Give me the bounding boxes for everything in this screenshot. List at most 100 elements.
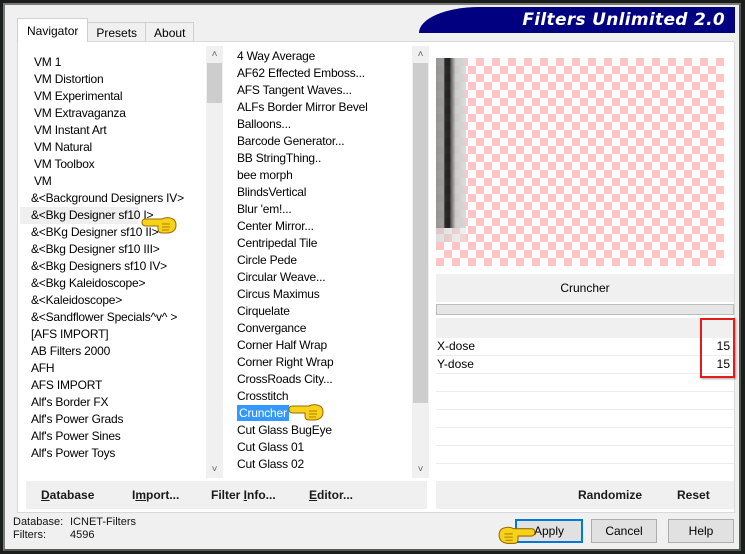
filter-item-label: bee morph (237, 168, 293, 182)
category-item[interactable]: VM Experimental (20, 88, 206, 105)
param-row[interactable]: Y-dose 15 (436, 356, 734, 374)
scroll-down-icon[interactable]: ˅ (206, 461, 223, 478)
filter-item[interactable]: 4 Way Average (226, 48, 412, 65)
category-item[interactable]: &<Kaleidoscope> (20, 292, 206, 309)
selected-filter-name: Cruncher (436, 274, 734, 302)
category-item-label: AFS IMPORT (31, 378, 103, 392)
filter-item-label: 4 Way Average (237, 49, 316, 63)
filter-item[interactable]: AF62 Effected Emboss... (226, 65, 412, 82)
filter-scrollbar[interactable]: ˄ ˅ (412, 46, 429, 478)
filter-item[interactable]: Crosstitch (226, 388, 412, 405)
filter-item[interactable]: AFS Tangent Waves... (226, 82, 412, 99)
import-button[interactable]: Import... (132, 488, 179, 502)
tab-navigator[interactable]: Navigator (17, 18, 89, 42)
filter-item[interactable]: BlindsVertical (226, 184, 412, 201)
filter-item[interactable]: CrossRoads City... (226, 371, 412, 388)
category-item[interactable]: AFH (20, 360, 206, 377)
category-item[interactable]: &<Background Designers IV> (20, 190, 206, 207)
filter-item[interactable]: Circus Maximus (226, 286, 412, 303)
param-value[interactable]: 15 (717, 338, 730, 355)
category-item-label: &<Bkg Kaleidoscope> (31, 276, 146, 290)
category-item[interactable]: Alf's Power Sines (20, 428, 206, 445)
category-item[interactable]: &<Bkg Designers sf10 IV> (20, 258, 206, 275)
category-item[interactable]: Alf's Power Grads (20, 411, 206, 428)
filter-item-label: AF62 Effected Emboss... (237, 66, 365, 80)
param-row-empty (436, 410, 734, 428)
filter-item[interactable]: Corner Right Wrap (226, 354, 412, 371)
tab-about[interactable]: About (145, 22, 195, 42)
filter-item[interactable]: Cut Glass 02 (226, 456, 412, 473)
progress-bar (436, 304, 734, 315)
filter-item[interactable]: BB StringThing.. (226, 150, 412, 167)
category-item[interactable]: [AFS IMPORT] (20, 326, 206, 343)
tab-presets[interactable]: Presets (87, 22, 147, 42)
filter-list[interactable]: 4 Way Average AF62 Effected Emboss... AFS … (226, 46, 429, 478)
cancel-button[interactable]: Cancel (591, 519, 657, 543)
category-item-label: &<Bkg Designer sf10 III> (31, 242, 160, 256)
randomize-button[interactable]: Randomize (578, 488, 642, 502)
category-item-label: [AFS IMPORT] (31, 327, 109, 341)
category-item[interactable]: AFS IMPORT (20, 377, 206, 394)
filter-item-label: BlindsVertical (237, 185, 307, 199)
category-item[interactable]: VM (20, 173, 206, 190)
category-item-label: VM Experimental (34, 89, 123, 103)
reset-button[interactable]: Reset (677, 488, 710, 502)
database-button[interactable]: Database (41, 488, 94, 502)
category-item[interactable]: &<Bkg Designer sf10 I> (20, 207, 206, 224)
filter-item[interactable]: Corner Half Wrap (226, 337, 412, 354)
filter-items: 4 Way Average AF62 Effected Emboss... AFS … (226, 48, 412, 473)
scroll-thumb[interactable] (207, 63, 222, 103)
category-item[interactable]: VM 1 (20, 54, 206, 71)
category-item[interactable]: Alf's Power Toys (20, 445, 206, 462)
filter-item[interactable]: bee morph (226, 167, 412, 184)
param-value[interactable]: 15 (717, 356, 730, 373)
category-item-label: &<Bkg Designer sf10 I> (31, 208, 154, 222)
category-item[interactable]: VM Natural (20, 139, 206, 156)
params-header (436, 318, 734, 338)
apply-button[interactable]: Apply (515, 519, 583, 543)
editor-button[interactable]: Editor... (309, 488, 353, 502)
filter-item-selected[interactable]: Cruncher (226, 405, 412, 422)
category-item[interactable]: &<Bkg Kaleidoscope> (20, 275, 206, 292)
status-area: Database: ICNET-Filters Filters: 4596 (13, 516, 136, 542)
category-scrollbar[interactable]: ˄ ˅ (206, 46, 223, 478)
category-item[interactable]: &<Bkg Designer sf10 III> (20, 241, 206, 258)
category-item[interactable]: &<BKg Designer sf10 II> (20, 224, 206, 241)
category-list[interactable]: VM 1 VM Distortion VM Experimental VM Extra… (20, 46, 223, 478)
filter-item-label: Center Mirror... (237, 219, 314, 233)
filters-count-label: Filters: (13, 529, 46, 541)
category-item[interactable]: Alf's Border FX (20, 394, 206, 411)
category-item-label: VM Extravaganza (34, 106, 126, 120)
scroll-down-icon[interactable]: ˅ (412, 461, 429, 478)
help-button[interactable]: Help (668, 519, 734, 543)
category-item[interactable]: &<Sandflower Specials^v^ > (20, 309, 206, 326)
filter-item[interactable]: Convergance (226, 320, 412, 337)
category-item[interactable]: VM Extravaganza (20, 105, 206, 122)
filter-item[interactable]: Barcode Generator... (226, 133, 412, 150)
filter-item[interactable]: Cut Glass BugEye (226, 422, 412, 439)
param-row[interactable]: X-dose 15 (436, 338, 734, 356)
category-item[interactable]: AB Filters 2000 (20, 343, 206, 360)
filter-item-label: Centripedal Tile (237, 236, 318, 250)
preview-canvas (436, 58, 724, 266)
filter-item[interactable]: Circle Pede (226, 252, 412, 269)
filter-item[interactable]: Circular Weave... (226, 269, 412, 286)
filter-item[interactable]: Centripedal Tile (226, 235, 412, 252)
category-item-label: VM Natural (34, 140, 93, 154)
filter-item[interactable]: Cirquelate (226, 303, 412, 320)
category-item[interactable]: VM Distortion (20, 71, 206, 88)
filter-item-label: Circular Weave... (237, 270, 326, 284)
filter-item[interactable]: ALFs Border Mirror Bevel (226, 99, 412, 116)
filter-item[interactable]: Blur 'em!... (226, 201, 412, 218)
filter-item[interactable]: Center Mirror... (226, 218, 412, 235)
category-item[interactable]: VM Toolbox (20, 156, 206, 173)
category-item-label: Alf's Border FX (31, 395, 109, 409)
scroll-up-icon[interactable]: ˄ (206, 46, 223, 63)
scroll-thumb[interactable] (413, 63, 428, 403)
param-row-empty (436, 464, 734, 482)
filter-item[interactable]: Cut Glass 01 (226, 439, 412, 456)
category-item[interactable]: VM Instant Art (20, 122, 206, 139)
filter-item[interactable]: Balloons... (226, 116, 412, 133)
scroll-up-icon[interactable]: ˄ (412, 46, 429, 63)
filter-info-button[interactable]: Filter Info... (211, 488, 276, 502)
